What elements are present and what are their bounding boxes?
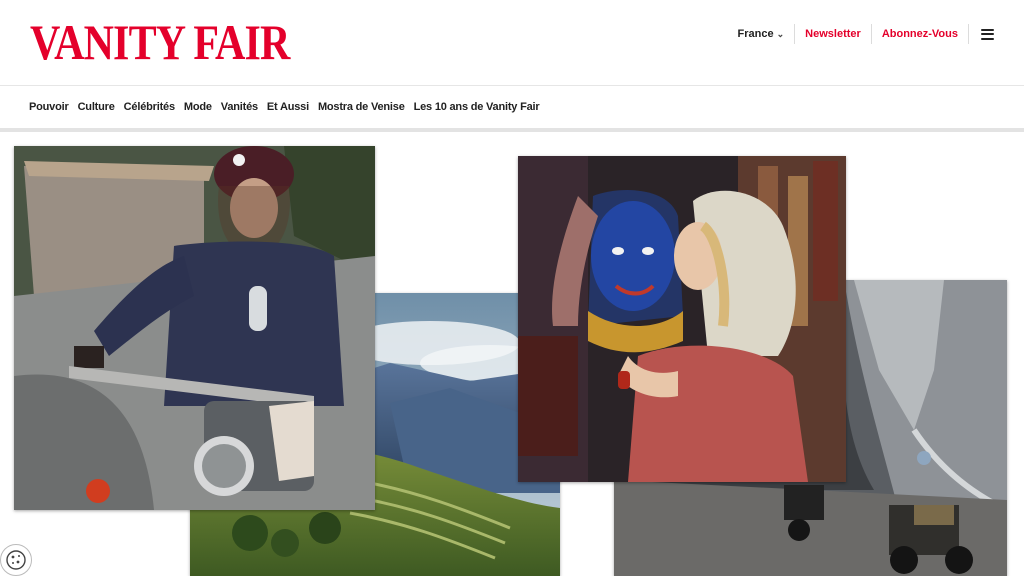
- woman-motorcycle-photo[interactable]: [14, 146, 375, 510]
- hero-photo-collage: [0, 136, 1024, 576]
- nav-item-et-aussi[interactable]: Et Aussi: [267, 101, 309, 113]
- country-selector[interactable]: France ⌄: [728, 24, 796, 44]
- nav-item-pouvoir[interactable]: Pouvoir: [29, 101, 69, 113]
- cookie-icon: [6, 550, 26, 570]
- newsletter-link[interactable]: Newsletter: [795, 24, 872, 44]
- hamburger-menu-icon[interactable]: [981, 28, 994, 40]
- nav-item-vanites[interactable]: Vanités: [221, 101, 258, 113]
- nav-item-mode[interactable]: Mode: [184, 101, 212, 113]
- nav-item-10-ans[interactable]: Les 10 ans de Vanity Fair: [414, 101, 540, 113]
- nav-item-culture[interactable]: Culture: [78, 101, 115, 113]
- site-header: VANITY FAIR France ⌄ Newsletter Abonnez-V…: [0, 0, 1024, 86]
- nav-item-celebrites[interactable]: Célébrités: [124, 101, 175, 113]
- woman-kissing-statue-photo[interactable]: [518, 156, 846, 482]
- country-label: France: [737, 28, 774, 40]
- vanity-fair-logo[interactable]: VANITY FAIR: [30, 16, 290, 68]
- woman-motorcycle-image: [14, 146, 375, 510]
- main-navigation: Pouvoir Culture Célébrités Mode Vanités …: [0, 86, 1024, 132]
- top-links: France ⌄ Newsletter Abonnez-Vous: [728, 24, 994, 44]
- cookie-settings-button[interactable]: [0, 544, 32, 576]
- chevron-down-icon: ⌄: [776, 29, 785, 39]
- woman-kissing-statue-image: [518, 156, 846, 482]
- nav-item-mostra-de-venise[interactable]: Mostra de Venise: [318, 101, 405, 113]
- subscribe-link[interactable]: Abonnez-Vous: [872, 24, 969, 44]
